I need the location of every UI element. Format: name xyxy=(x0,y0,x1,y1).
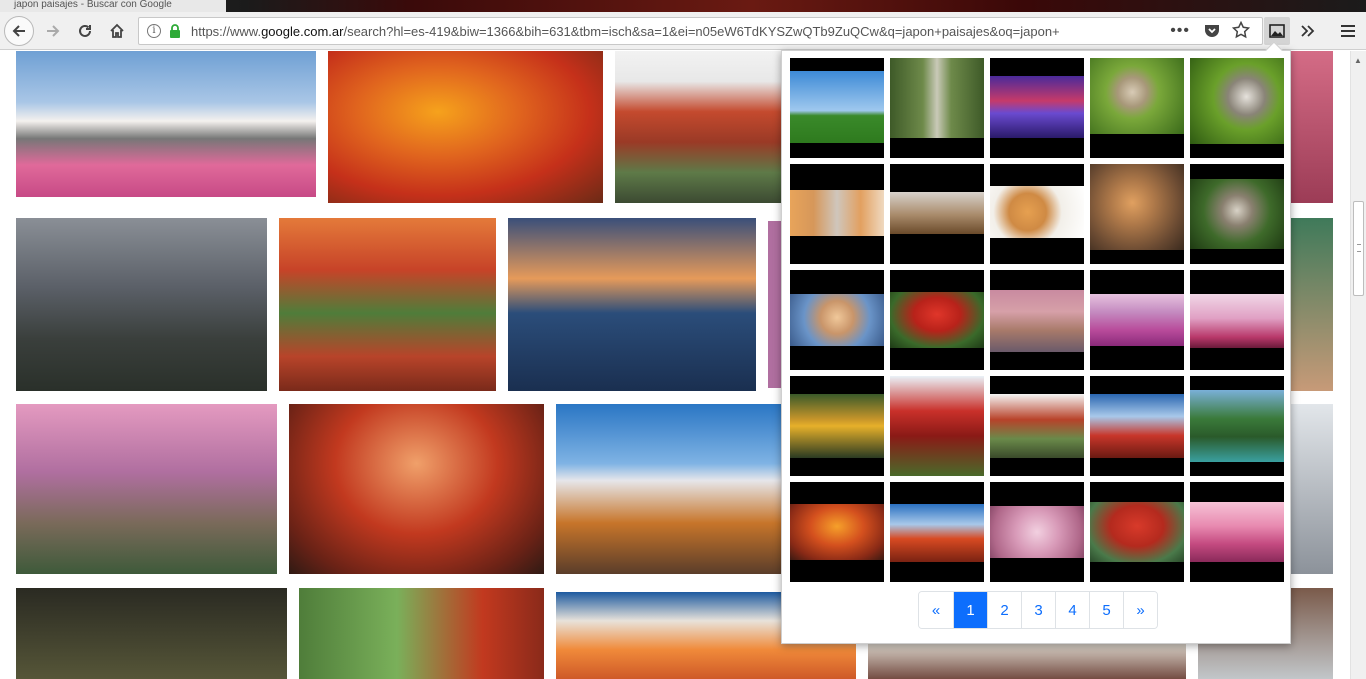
chevron-double-right-icon xyxy=(1301,25,1315,37)
pagination-page-1[interactable]: 1 xyxy=(953,592,987,628)
result-image[interactable] xyxy=(16,404,277,574)
scroll-up-arrow[interactable]: ▲ xyxy=(1354,56,1362,65)
result-image[interactable] xyxy=(1290,51,1333,203)
gallery-thumbnail-kitten-playing[interactable] xyxy=(990,164,1084,264)
info-icon[interactable]: i xyxy=(147,24,161,38)
scrollbar-grip xyxy=(1357,244,1361,252)
gallery-thumbnail-red-maple-garden[interactable] xyxy=(890,270,984,370)
pagination-next-button[interactable]: » xyxy=(1123,592,1157,628)
result-image[interactable] xyxy=(279,218,496,391)
gallery-thumbnail-kitten-blanket[interactable] xyxy=(790,270,884,370)
url-text[interactable]: https://www.google.com.ar/search?hl=es-4… xyxy=(191,24,1135,40)
gallery-thumbnail-castle-blossom[interactable] xyxy=(1190,270,1284,370)
url-prefix: https://www. xyxy=(191,24,262,39)
result-image[interactable] xyxy=(868,644,1186,679)
home-button[interactable] xyxy=(102,16,132,46)
result-image[interactable] xyxy=(1290,218,1333,391)
gallery-thumbnail-golden-temple[interactable] xyxy=(790,376,884,476)
gallery-thumbnail-lake-tree[interactable] xyxy=(1190,376,1284,476)
pagination-page-4[interactable]: 4 xyxy=(1055,592,1089,628)
gallery-thumbnail-cat-lying[interactable] xyxy=(890,164,984,264)
overflow-button[interactable] xyxy=(1294,17,1322,45)
arrow-left-icon xyxy=(12,25,25,37)
active-tab[interactable]: japon paisajes - Buscar con Google xyxy=(0,0,226,12)
gallery-thumbnail-temple-garden[interactable] xyxy=(1090,482,1184,582)
tab-title: japon paisajes - Buscar con Google xyxy=(14,0,172,10)
result-image[interactable] xyxy=(556,404,781,574)
pagination-page-3[interactable]: 3 xyxy=(1021,592,1055,628)
pagination-page-2[interactable]: 2 xyxy=(987,592,1021,628)
url-fade xyxy=(1072,20,1112,42)
gallery-thumbnail-purple-lake[interactable] xyxy=(990,58,1084,158)
gallery-thumbnail-autumn-temple[interactable] xyxy=(790,482,884,582)
result-image[interactable] xyxy=(615,51,785,203)
address-bar[interactable]: i https://www.google.com.ar/search?hl=es… xyxy=(138,17,1263,45)
reload-icon xyxy=(79,24,91,37)
image-gallery-extension-button[interactable] xyxy=(1264,17,1290,45)
gallery-thumbnail-fuji-pagoda[interactable] xyxy=(1090,376,1184,476)
gallery-thumbnail-kitten-grass[interactable] xyxy=(1090,58,1184,158)
gallery-thumbnail-pink-mountain[interactable] xyxy=(1090,270,1184,370)
result-image[interactable] xyxy=(16,588,287,679)
pagination-page-5[interactable]: 5 xyxy=(1089,592,1123,628)
image-gallery-popup: « 1 2 3 4 5 » xyxy=(781,41,1291,644)
gallery-thumbnail-cat-leaves[interactable] xyxy=(1190,58,1284,158)
result-image[interactable] xyxy=(289,404,544,574)
gallery-thumbnail-pink-path[interactable] xyxy=(1190,482,1284,582)
result-image[interactable] xyxy=(508,218,756,391)
result-image[interactable] xyxy=(16,218,267,391)
gallery-thumbnail-road-trees[interactable] xyxy=(890,58,984,158)
result-image[interactable] xyxy=(1290,404,1333,574)
pagination-prev-button[interactable]: « xyxy=(919,592,953,628)
forward-button[interactable] xyxy=(38,16,68,46)
lock-icon[interactable] xyxy=(169,24,181,38)
gallery-thumbnail-fuji-red[interactable] xyxy=(890,482,984,582)
gallery-thumbnail-pink-tree-path[interactable] xyxy=(990,270,1084,370)
menu-button[interactable] xyxy=(1334,17,1362,45)
page-scrollbar[interactable]: ▲ xyxy=(1350,51,1366,679)
gallery-thumbnail-sky-field[interactable] xyxy=(790,58,884,158)
result-image[interactable] xyxy=(16,51,316,197)
page-actions-button[interactable]: ••• xyxy=(1170,22,1190,40)
image-gallery-icon xyxy=(1269,24,1285,38)
url-domain: google.com.ar xyxy=(261,24,344,39)
browser-toolbar: i https://www.google.com.ar/search?hl=es… xyxy=(0,12,1366,50)
url-path: /search?hl=es-419&biw=1366&bih=631&tbm=i… xyxy=(343,24,1060,39)
gallery-thumbnail-cat-green[interactable] xyxy=(1190,164,1284,264)
arrow-right-icon xyxy=(47,25,60,37)
gallery-thumbnail-three-kittens[interactable] xyxy=(790,164,884,264)
gallery-thumbnail-red-temple[interactable] xyxy=(890,376,984,476)
pocket-icon[interactable] xyxy=(1204,24,1220,38)
reload-button[interactable] xyxy=(70,16,100,46)
home-icon xyxy=(110,23,124,38)
result-image[interactable] xyxy=(768,221,781,388)
result-image[interactable] xyxy=(328,51,603,203)
gallery-thumbnail-pink-blossom[interactable] xyxy=(990,482,1084,582)
gallery-thumbnail-red-bridge-temple[interactable] xyxy=(990,376,1084,476)
hamburger-menu-icon xyxy=(1341,25,1355,37)
pagination: « 1 2 3 4 5 » xyxy=(918,591,1158,629)
back-button[interactable] xyxy=(4,16,34,46)
result-image[interactable] xyxy=(299,588,544,679)
star-icon[interactable] xyxy=(1232,21,1250,39)
scrollbar-thumb[interactable] xyxy=(1353,201,1364,296)
window-titlebar: japon paisajes - Buscar con Google xyxy=(0,0,1366,12)
gallery-thumbnail-ginger-cat[interactable] xyxy=(1090,164,1184,264)
